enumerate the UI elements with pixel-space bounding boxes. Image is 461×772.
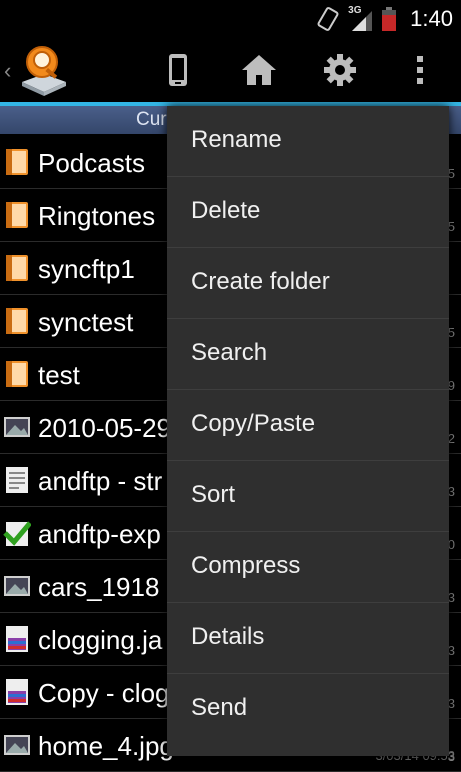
file-name: andftp - str — [38, 466, 163, 496]
file-name: syncftp1 — [38, 254, 135, 284]
file-name: Ringtones — [38, 201, 156, 231]
more-vertical-icon — [417, 56, 423, 84]
menu-item-label: Search — [191, 339, 268, 366]
menu-item-label: Copy/Paste — [191, 410, 316, 437]
menu-item-details[interactable]: Details — [167, 603, 449, 674]
menu-item-delete[interactable]: Delete — [167, 177, 449, 248]
image-icon — [3, 412, 31, 442]
screen-rotation-icon — [317, 7, 339, 31]
folder-icon — [3, 359, 31, 389]
archive-icon — [3, 624, 31, 654]
file-name: cars_1918 — [38, 572, 160, 602]
settings-button[interactable] — [318, 48, 362, 92]
battery-icon — [382, 7, 397, 31]
network-type-label: 3G — [348, 5, 362, 16]
file-name: synctest — [38, 307, 134, 337]
folder-icon — [3, 253, 31, 283]
file-name: clogging.ja — [38, 625, 163, 655]
device-button[interactable] — [156, 48, 200, 92]
file-name: home_4.jpg — [38, 731, 174, 761]
signal-icon: 3G — [348, 5, 374, 31]
gear-icon — [324, 54, 356, 86]
file-name: Copy - clog — [38, 678, 170, 708]
menu-item-compress[interactable]: Compress — [167, 532, 449, 603]
file-name: Podcasts — [38, 148, 145, 178]
archive-icon — [3, 677, 31, 707]
menu-item-sort[interactable]: Sort — [167, 461, 449, 532]
app-logo-icon[interactable] — [18, 44, 68, 96]
overflow-menu-button[interactable] — [398, 48, 442, 92]
menu-item-label: Rename — [191, 126, 282, 153]
current-path-label: Cur — [136, 109, 167, 130]
file-name: 2010-05-29 — [38, 413, 171, 443]
menu-item-rename[interactable]: Rename — [167, 106, 449, 177]
menu-item-label: Sort — [191, 481, 236, 508]
file-name: test — [38, 360, 80, 390]
folder-icon — [3, 306, 31, 336]
action-bar: ‹ — [0, 38, 461, 106]
menu-item-label: Compress — [191, 552, 301, 579]
folder-icon — [3, 200, 31, 230]
menu-item-send[interactable]: Send — [167, 674, 449, 744]
clock: 1:40 — [410, 6, 453, 31]
menu-item-create-folder[interactable]: Create folder — [167, 248, 449, 319]
menu-item-search[interactable]: Search — [167, 319, 449, 390]
image-icon — [3, 730, 31, 760]
menu-item-label: Delete — [191, 197, 261, 224]
document-icon — [3, 465, 31, 495]
file-name: andftp-exp — [38, 519, 161, 549]
image-icon — [3, 571, 31, 601]
context-menu: Rename Delete Create folder Search Copy/… — [167, 106, 449, 756]
phone-icon — [169, 54, 187, 86]
folder-icon — [3, 147, 31, 177]
menu-item-copy-paste[interactable]: Copy/Paste — [167, 390, 449, 461]
status-bar: 3G 1:40 — [0, 0, 461, 38]
menu-item-label: Create folder — [191, 268, 330, 295]
back-chevron-icon[interactable]: ‹ — [4, 58, 11, 84]
home-button[interactable] — [237, 48, 281, 92]
menu-item-label: Send — [191, 694, 248, 721]
checkmark-icon — [3, 518, 32, 548]
home-icon — [242, 55, 276, 85]
menu-item-label: Details — [191, 623, 265, 650]
